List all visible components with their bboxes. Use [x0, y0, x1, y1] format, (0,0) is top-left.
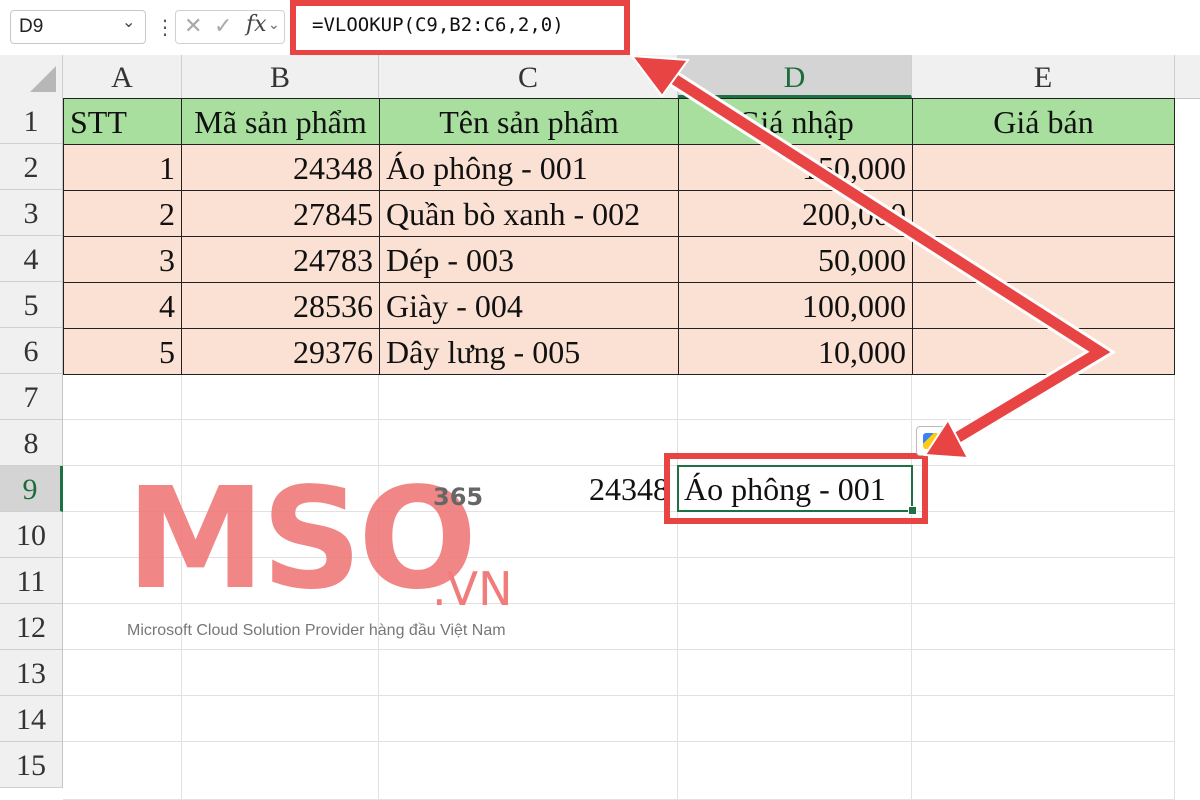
- mso-logo: MSO: [126, 458, 477, 621]
- logo-vn: .VN: [432, 562, 513, 616]
- logo-tagline: Microsoft Cloud Solution Provider hàng đ…: [127, 622, 506, 639]
- annotation-arrow: [629, 54, 1117, 460]
- logo-365: 365: [433, 483, 484, 511]
- arrow-line-red: [657, 65, 1111, 450]
